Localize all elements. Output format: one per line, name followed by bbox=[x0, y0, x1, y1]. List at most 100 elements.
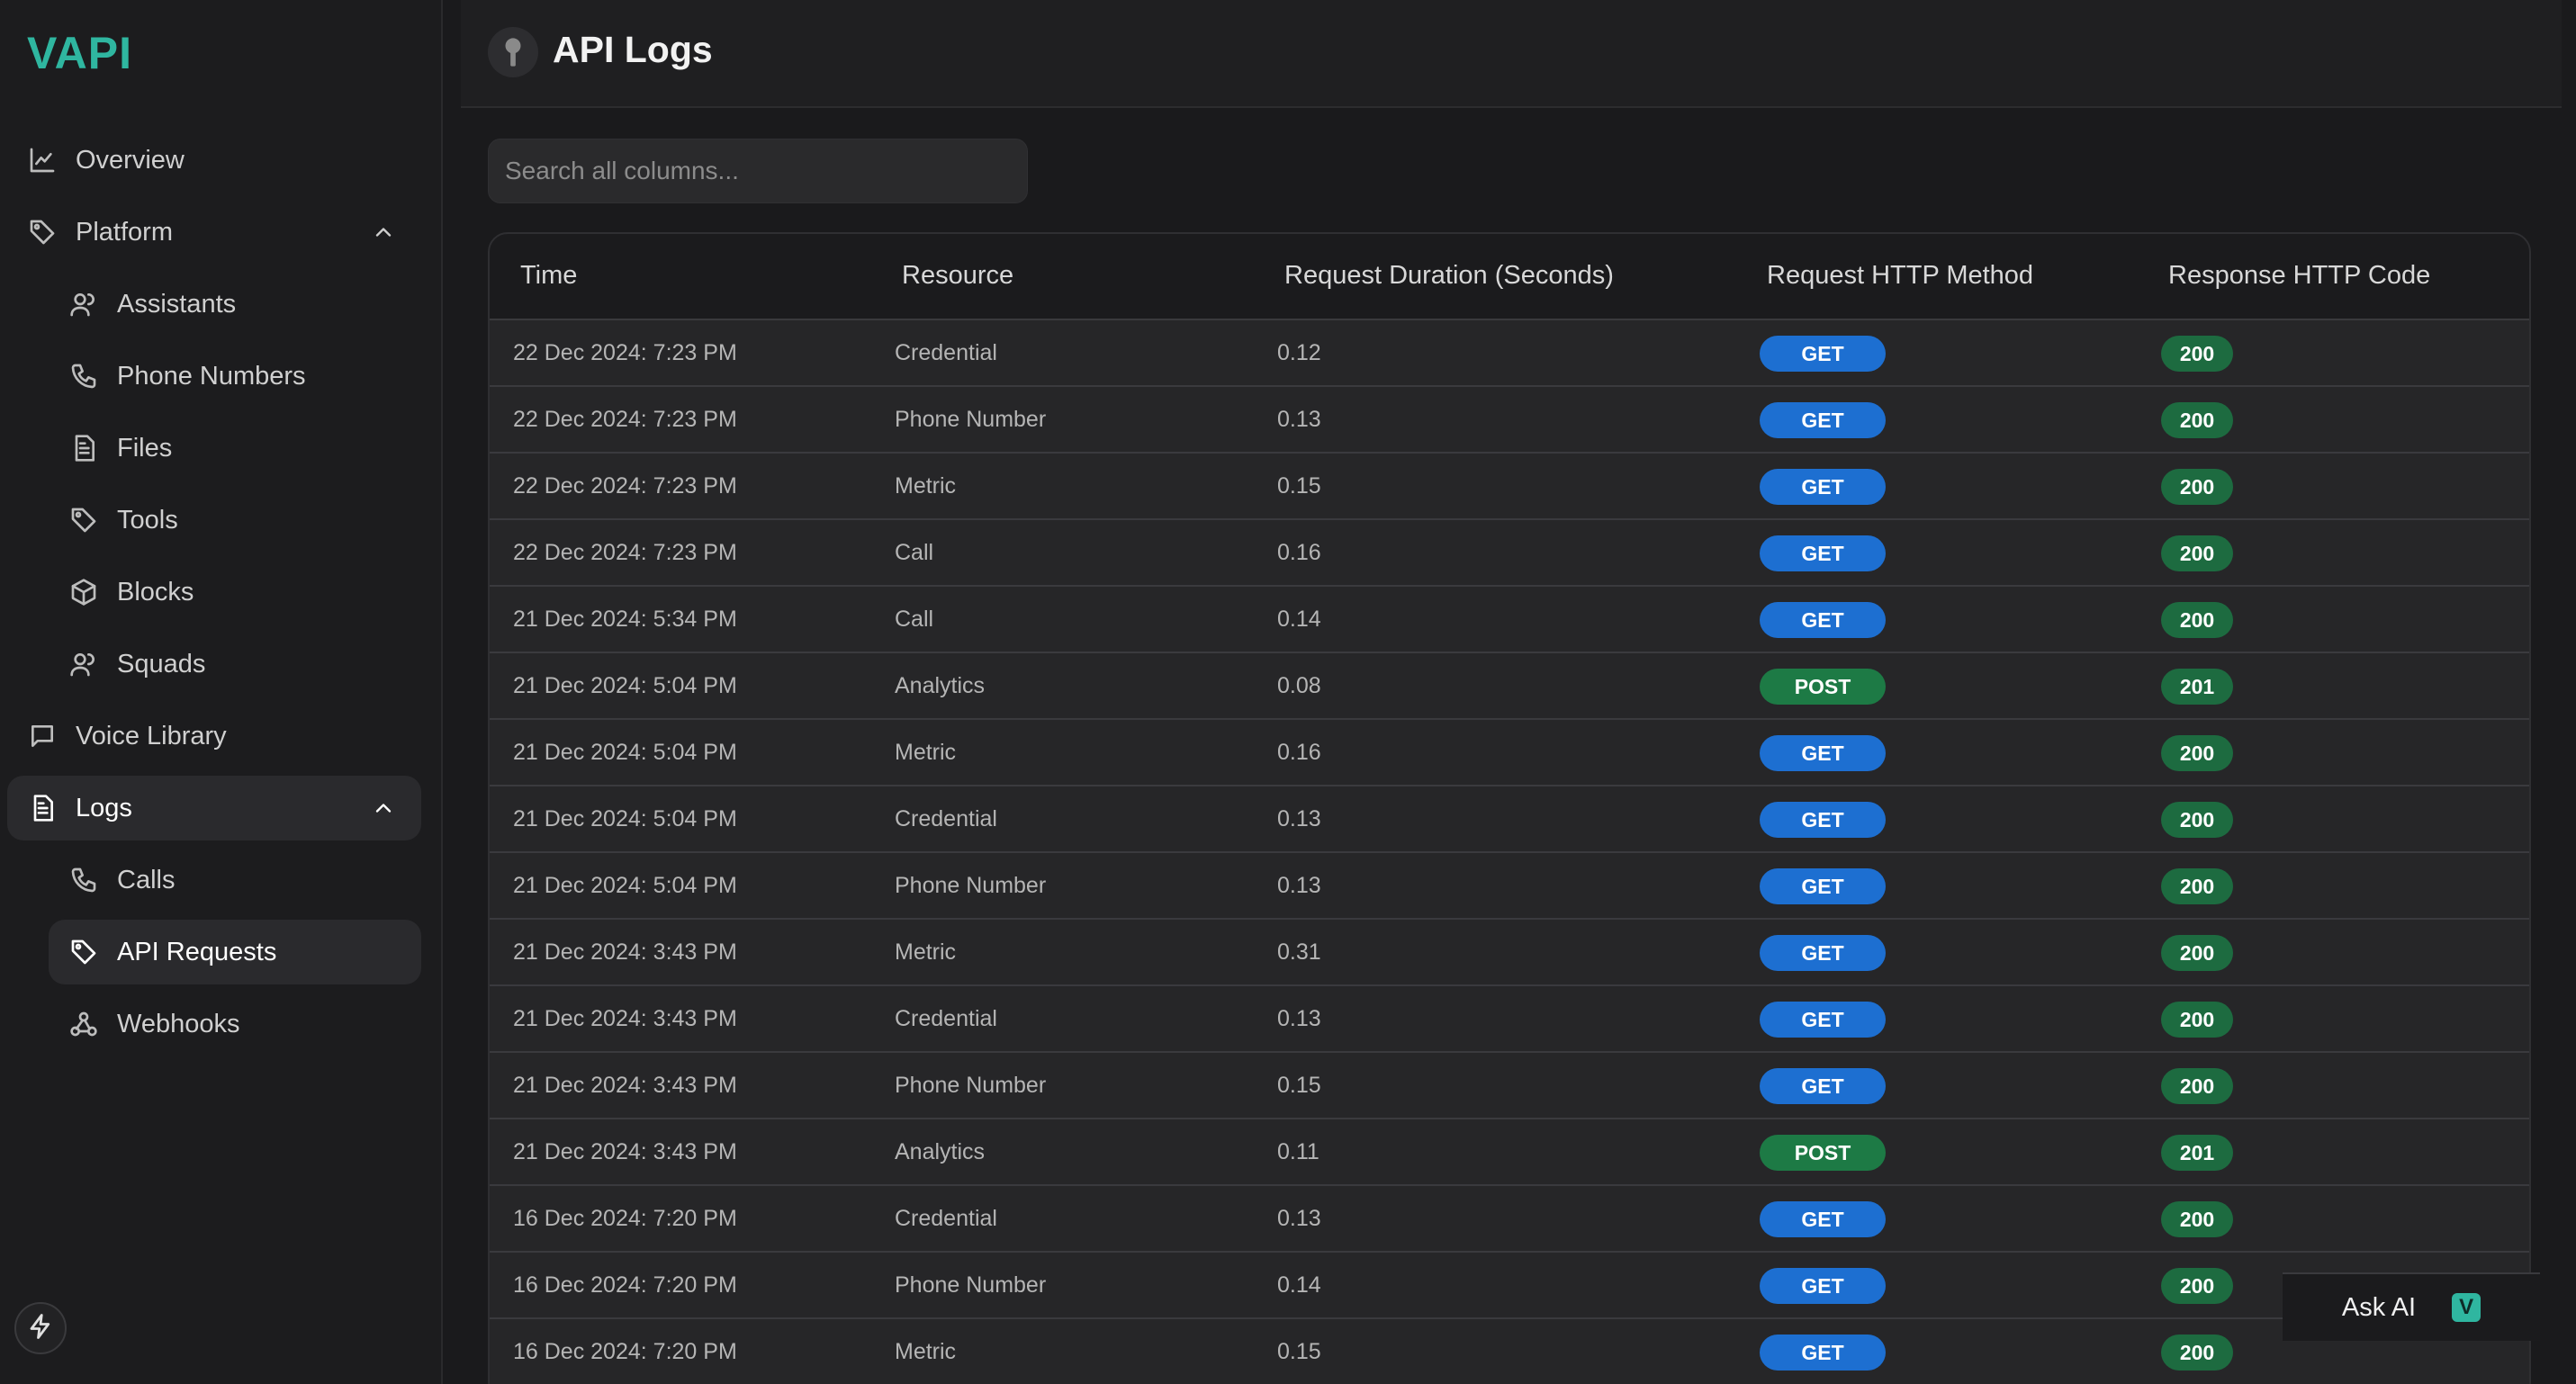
method-badge: POST bbox=[1760, 1135, 1886, 1171]
sidebar-item-label: Voice Library bbox=[76, 721, 227, 750]
cell-code: 200 bbox=[2161, 735, 2233, 771]
sidebar: VAPI Overview Platform Assistants Phone … bbox=[0, 0, 443, 1384]
cell-resource: Credential bbox=[895, 340, 997, 365]
cell-method: POST bbox=[1760, 669, 1886, 705]
cell-code: 200 bbox=[2161, 402, 2233, 438]
cell-resource: Phone Number bbox=[895, 407, 1047, 432]
cell-code: 200 bbox=[2161, 868, 2233, 904]
file-icon bbox=[68, 433, 99, 463]
sidebar-item-phone-numbers[interactable]: Phone Numbers bbox=[49, 344, 421, 409]
file-icon bbox=[27, 793, 58, 823]
sidebar-item-overview[interactable]: Overview bbox=[7, 128, 421, 193]
sidebar-item-webhooks[interactable]: Webhooks bbox=[49, 992, 421, 1056]
quick-action-button[interactable] bbox=[14, 1302, 67, 1354]
table-header: Time Resource Request Duration (Seconds)… bbox=[490, 234, 2529, 320]
cell-resource: Analytics bbox=[895, 1139, 986, 1164]
column-header-resource[interactable]: Resource bbox=[902, 261, 1013, 291]
sidebar-item-label: Assistants bbox=[117, 289, 237, 319]
search-input[interactable] bbox=[488, 139, 1028, 203]
cell-resource: Analytics bbox=[895, 673, 986, 698]
table-row[interactable]: 21 Dec 2024: 3:43 PM Analytics 0.11 POST 201 bbox=[490, 1119, 2529, 1186]
vapi-logo-icon: V bbox=[2452, 1293, 2481, 1322]
cell-duration: 0.12 bbox=[1277, 340, 1321, 365]
chart-line-icon bbox=[27, 145, 58, 175]
cell-time: 22 Dec 2024: 7:23 PM bbox=[513, 407, 737, 432]
table-row[interactable]: 16 Dec 2024: 7:20 PM Phone Number 0.14 GET 2… bbox=[490, 1253, 2529, 1319]
table-row[interactable]: 21 Dec 2024: 5:04 PM Metric 0.16 GET 200 bbox=[490, 720, 2529, 786]
sidebar-item-tools[interactable]: Tools bbox=[49, 488, 421, 553]
table-row[interactable]: 21 Dec 2024: 5:04 PM Credential 0.13 GET 200 bbox=[490, 786, 2529, 853]
table-row[interactable]: 22 Dec 2024: 7:23 PM Phone Number 0.13 GET 2… bbox=[490, 387, 2529, 454]
cell-code: 201 bbox=[2161, 669, 2233, 705]
method-badge: GET bbox=[1760, 1068, 1886, 1104]
status-badge: 200 bbox=[2161, 535, 2233, 571]
cell-duration: 0.11 bbox=[1277, 1139, 1320, 1164]
logo[interactable]: VAPI bbox=[27, 27, 132, 79]
sidebar-item-logs[interactable]: Logs bbox=[7, 776, 421, 840]
chevron-up-icon[interactable] bbox=[371, 795, 396, 821]
table-row[interactable]: 16 Dec 2024: 7:20 PM Credential 0.13 GET 200 bbox=[490, 1186, 2529, 1253]
method-badge: GET bbox=[1760, 602, 1886, 638]
table-row[interactable]: 21 Dec 2024: 5:04 PM Analytics 0.08 POST 201 bbox=[490, 653, 2529, 720]
sidebar-item-api-requests[interactable]: API Requests bbox=[49, 920, 421, 984]
cell-method: GET bbox=[1760, 336, 1886, 372]
cell-method: GET bbox=[1760, 535, 1886, 571]
table-row[interactable]: 21 Dec 2024: 3:43 PM Credential 0.13 GET 200 bbox=[490, 986, 2529, 1053]
page-header: API Logs bbox=[461, 0, 2562, 108]
chat-icon bbox=[27, 721, 58, 751]
status-badge: 200 bbox=[2161, 602, 2233, 638]
sidebar-item-label: Overview bbox=[76, 145, 185, 175]
cell-method: GET bbox=[1760, 1268, 1886, 1304]
sidebar-item-calls[interactable]: Calls bbox=[49, 848, 421, 912]
cell-duration: 0.13 bbox=[1277, 1006, 1321, 1031]
column-header-method[interactable]: Request HTTP Method bbox=[1767, 261, 2033, 291]
sidebar-item-voice-library[interactable]: Voice Library bbox=[7, 704, 421, 768]
status-badge: 200 bbox=[2161, 336, 2233, 372]
cell-method: GET bbox=[1760, 469, 1886, 505]
status-badge: 201 bbox=[2161, 669, 2233, 705]
cell-time: 21 Dec 2024: 5:04 PM bbox=[513, 806, 737, 831]
cell-time: 22 Dec 2024: 7:23 PM bbox=[513, 473, 737, 499]
sidebar-item-label: Tools bbox=[117, 505, 178, 535]
method-badge: GET bbox=[1760, 1201, 1886, 1237]
sidebar-item-assistants[interactable]: Assistants bbox=[49, 272, 421, 337]
cell-code: 200 bbox=[2161, 935, 2233, 971]
table-row[interactable]: 22 Dec 2024: 7:23 PM Metric 0.15 GET 200 bbox=[490, 454, 2529, 520]
cell-method: GET bbox=[1760, 735, 1886, 771]
table-row[interactable]: 16 Dec 2024: 7:20 PM Metric 0.15 GET 200 bbox=[490, 1319, 2529, 1384]
cell-method: POST bbox=[1760, 1135, 1886, 1171]
cell-time: 22 Dec 2024: 7:23 PM bbox=[513, 340, 737, 365]
tag-icon bbox=[27, 217, 58, 247]
table-row[interactable]: 21 Dec 2024: 5:34 PM Call 0.14 GET 200 bbox=[490, 587, 2529, 653]
sidebar-item-blocks[interactable]: Blocks bbox=[49, 560, 421, 625]
cell-duration: 0.14 bbox=[1277, 607, 1321, 632]
cell-duration: 0.16 bbox=[1277, 740, 1321, 765]
cell-method: GET bbox=[1760, 602, 1886, 638]
sidebar-item-files[interactable]: Files bbox=[49, 416, 421, 481]
cell-duration: 0.31 bbox=[1277, 939, 1321, 965]
status-badge: 201 bbox=[2161, 1135, 2233, 1171]
table-row[interactable]: 21 Dec 2024: 3:43 PM Metric 0.31 GET 200 bbox=[490, 920, 2529, 986]
table-row[interactable]: 22 Dec 2024: 7:23 PM Credential 0.12 GET 200 bbox=[490, 320, 2529, 387]
bolt-icon bbox=[27, 1313, 54, 1344]
method-badge: GET bbox=[1760, 802, 1886, 838]
table-row[interactable]: 21 Dec 2024: 5:04 PM Phone Number 0.13 GET 2… bbox=[490, 853, 2529, 920]
cell-time: 21 Dec 2024: 5:04 PM bbox=[513, 673, 737, 698]
column-header-duration[interactable]: Request Duration (Seconds) bbox=[1284, 261, 1614, 291]
sidebar-item-platform[interactable]: Platform bbox=[7, 200, 421, 265]
table-row[interactable]: 21 Dec 2024: 3:43 PM Phone Number 0.15 GET 2… bbox=[490, 1053, 2529, 1119]
table-row[interactable]: 22 Dec 2024: 7:23 PM Call 0.16 GET 200 bbox=[490, 520, 2529, 587]
ask-ai-button[interactable]: Ask AI V bbox=[2283, 1272, 2540, 1341]
column-header-time[interactable]: Time bbox=[520, 261, 577, 291]
cell-resource: Credential bbox=[895, 1206, 997, 1231]
cell-duration: 0.13 bbox=[1277, 1206, 1321, 1231]
chevron-up-icon[interactable] bbox=[371, 220, 396, 245]
key-icon bbox=[488, 27, 538, 77]
cell-resource: Metric bbox=[895, 473, 957, 499]
sidebar-item-squads[interactable]: Squads bbox=[49, 632, 421, 696]
cell-code: 200 bbox=[2161, 535, 2233, 571]
sidebar-item-label: Squads bbox=[117, 649, 206, 679]
status-badge: 200 bbox=[2161, 935, 2233, 971]
status-badge: 200 bbox=[2161, 735, 2233, 771]
column-header-code[interactable]: Response HTTP Code bbox=[2168, 261, 2430, 291]
